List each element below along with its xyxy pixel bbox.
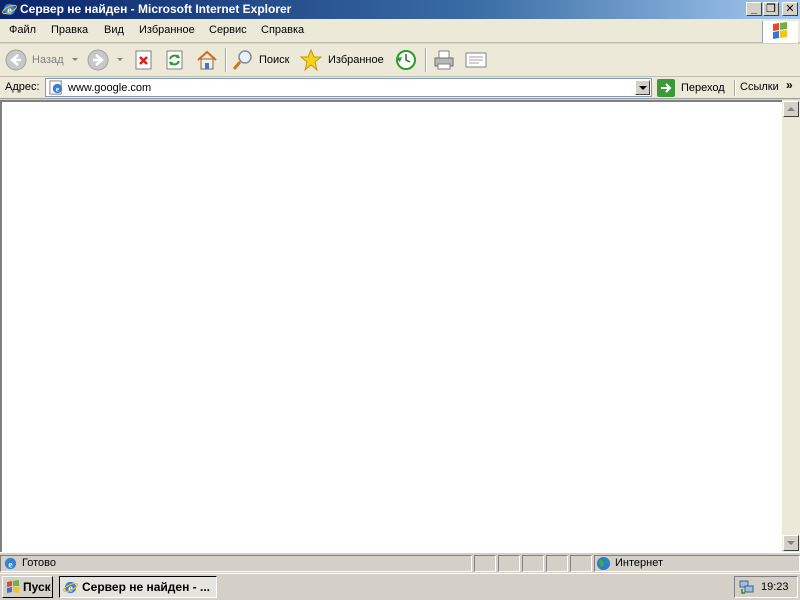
menu-tools[interactable]: Сервис (209, 24, 247, 36)
print-icon[interactable] (433, 49, 455, 71)
windows-start-icon (7, 580, 19, 593)
links-separator (734, 80, 736, 96)
back-dropdown-arrow[interactable] (72, 58, 78, 61)
menu-favorites[interactable]: Избранное (139, 24, 195, 36)
toolbar-separator (425, 48, 427, 72)
internet-explorer-icon: e (63, 581, 78, 594)
window-title: Сервер не найден - Microsoft Internet Ex… (20, 2, 292, 16)
address-label: Адрес: (5, 81, 40, 93)
taskbar-item-label: Сервер не найден - ... (82, 580, 210, 594)
address-url: www.google.com (68, 82, 152, 94)
status-panel (546, 555, 568, 572)
clock[interactable]: 19:23 (761, 581, 789, 593)
stop-icon[interactable] (133, 49, 155, 71)
title-bar[interactable]: e Сервер не найден - Microsoft Internet … (0, 0, 800, 19)
scroll-down-button[interactable] (783, 535, 799, 551)
taskbar-item-ie[interactable]: e Сервер не найден - ... (59, 576, 217, 598)
home-icon[interactable] (196, 49, 218, 71)
status-panel (498, 555, 520, 572)
status-panel (570, 555, 592, 572)
scroll-up-button[interactable] (783, 101, 799, 117)
toolbar-separator (225, 48, 227, 72)
favorites-button-label[interactable]: Избранное (328, 54, 384, 66)
go-arrow-icon (657, 79, 675, 97)
address-dropdown-button[interactable] (635, 80, 650, 95)
status-bar: e Готово Интернет (0, 552, 800, 573)
standard-toolbar: Назад Поиск Избранное (0, 44, 800, 77)
menu-help[interactable]: Справка (261, 24, 304, 36)
status-text: Готово (22, 557, 56, 569)
status-main-panel: e Готово (0, 555, 472, 572)
vertical-scrollbar[interactable] (782, 100, 800, 552)
status-zone-text: Интернет (615, 557, 663, 569)
refresh-icon[interactable] (164, 49, 186, 71)
maximize-button[interactable]: ❐ (763, 2, 779, 16)
taskbar: Пуск e Сервер не найден - ... 19:23 (0, 573, 800, 600)
internet-zone-globe-icon (596, 556, 611, 571)
edit-page-icon[interactable] (465, 49, 487, 71)
menu-bar: Файл Правка Вид Избранное Сервис Справка (0, 19, 800, 43)
back-arrow-icon[interactable] (5, 49, 27, 71)
page-content[interactable] (0, 100, 782, 552)
system-tray: 19:23 (734, 576, 798, 598)
status-panel (522, 555, 544, 572)
links-chevron[interactable]: » (786, 78, 793, 92)
back-button-label[interactable]: Назад (32, 54, 64, 66)
search-icon[interactable] (232, 49, 254, 71)
menu-view[interactable]: Вид (104, 24, 124, 36)
favorites-star-icon[interactable] (300, 49, 322, 71)
go-button-label: Переход (681, 82, 725, 94)
menu-edit[interactable]: Правка (51, 24, 88, 36)
status-zone-panel: Интернет (594, 555, 800, 572)
network-icon[interactable] (739, 579, 755, 595)
address-input[interactable]: e www.google.com (45, 78, 652, 97)
close-button[interactable]: ✕ (782, 2, 798, 16)
address-bar: Адрес: e www.google.com Переход Ссылки » (0, 77, 800, 99)
history-icon[interactable] (394, 49, 416, 71)
internet-explorer-icon: e (2, 3, 17, 16)
start-button-label: Пуск (23, 580, 51, 594)
search-button-label[interactable]: Поиск (259, 54, 289, 66)
forward-dropdown-arrow[interactable] (117, 58, 123, 61)
status-panel (474, 555, 496, 572)
page-icon: e (49, 80, 63, 95)
windows-logo (762, 21, 798, 43)
links-button[interactable]: Ссылки (740, 81, 779, 93)
svg-text:e: e (8, 560, 12, 570)
forward-arrow-icon[interactable] (87, 49, 109, 71)
windows-flag-icon (773, 22, 787, 39)
minimize-button[interactable]: _ (746, 2, 762, 16)
status-page-icon: e (4, 557, 17, 570)
start-button[interactable]: Пуск (2, 576, 53, 598)
menu-file[interactable]: Файл (9, 24, 36, 36)
